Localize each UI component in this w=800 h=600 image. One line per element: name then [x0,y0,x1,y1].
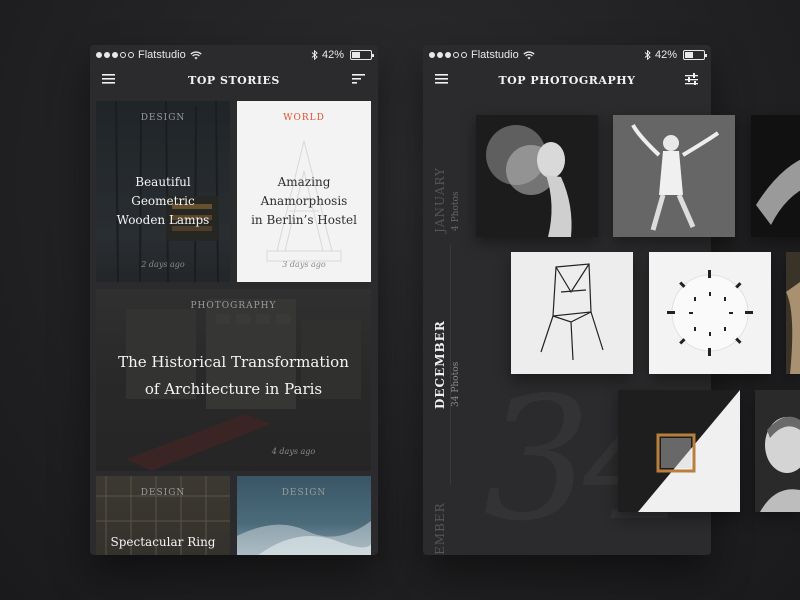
status-bar: Flatstudio 42% [90,45,378,65]
menu-icon[interactable] [102,73,116,85]
photo-thumbnail[interactable] [613,115,735,237]
month-december[interactable]: DECEMBER [433,320,447,409]
menu-icon[interactable] [435,73,449,85]
photo-thumbnail[interactable] [476,115,598,237]
battery-icon [683,50,707,60]
ballet-dancer-photo [613,115,735,237]
story-category: DESIGN [281,488,327,498]
story-category: WORLD [283,113,325,123]
wifi-icon [523,50,535,59]
photo-thumbnail[interactable] [649,252,771,374]
page-title: TOP STORIES [188,73,280,87]
story-card-featured[interactable]: PHOTOGRAPHY The Historical Transformatio… [96,289,371,471]
photo-thumbnail[interactable] [786,252,800,374]
story-title: Spectacular Ring [110,535,216,549]
story-time: 4 days ago [271,447,316,456]
photo-thumbnail[interactable] [751,115,800,237]
story-title: The Historical Transformation of Archite… [118,353,349,398]
photo-thumbnail[interactable] [618,390,740,512]
battery-percent: 42% [654,49,677,61]
photo-thumbnail[interactable] [511,252,633,374]
month-december-count: 34 Photos [451,361,461,407]
page-title: TOP PHOTOGRAPHY [498,73,636,87]
bluetooth-icon [644,50,651,60]
wifi-icon [190,50,202,59]
wire-chair-photo [511,252,633,374]
sculpture-photo [786,252,800,374]
top-photography-screen: 34 Flatstudio 42% TOP PHOTOGRAPHY JANUAR… [423,45,800,555]
signal-strength-icon [96,52,134,58]
portrait-photo [755,390,800,512]
signal-strength-icon [429,52,467,58]
story-card[interactable]: DESIGN Spectacular Ring [96,476,230,555]
story-category: DESIGN [140,488,186,498]
top-stories-screen: Flatstudio 42% TOP STORIES DESIGN Beauti… [90,45,378,555]
battery-icon [350,50,374,60]
nav-bar: TOP STORIES [90,67,378,93]
story-card[interactable]: DESIGN Beautiful Geometric Wooden Lamps … [96,101,230,282]
carrier-name: Flatstudio [138,49,186,61]
photo-thumbnail[interactable] [755,390,800,512]
filter-sliders-icon[interactable] [685,73,699,85]
white-room-photo [618,390,740,512]
battery-percent: 42% [321,49,344,61]
powder-dancer-photo [476,115,598,237]
spike-sphere-photo [649,252,771,374]
nav-bar: TOP PHOTOGRAPHY [423,67,711,93]
carrier-name: Flatstudio [471,49,519,61]
story-card[interactable]: DESIGN [237,476,371,555]
figure-motion-photo [751,115,800,237]
story-time: 2 days ago [141,260,185,269]
month-january-count: 4 Photos [451,191,461,231]
story-card[interactable]: WORLD Amazing Anamorphosis in Berlin’s H… [237,101,371,282]
story-category: DESIGN [140,113,186,123]
story-time: 3 days ago [282,260,326,269]
story-category: PHOTOGRAPHY [190,301,277,311]
story-title: Beautiful Geometric Wooden Lamps [116,175,210,227]
month-november[interactable]: EMBER [433,502,447,555]
status-bar: Flatstudio 42% [423,45,711,65]
month-january[interactable]: JANUARY [433,167,447,233]
story-title: Amazing Anamorphosis in Berlin’s Hostel [251,175,357,227]
bluetooth-icon [311,50,318,60]
sort-icon[interactable] [352,73,366,85]
